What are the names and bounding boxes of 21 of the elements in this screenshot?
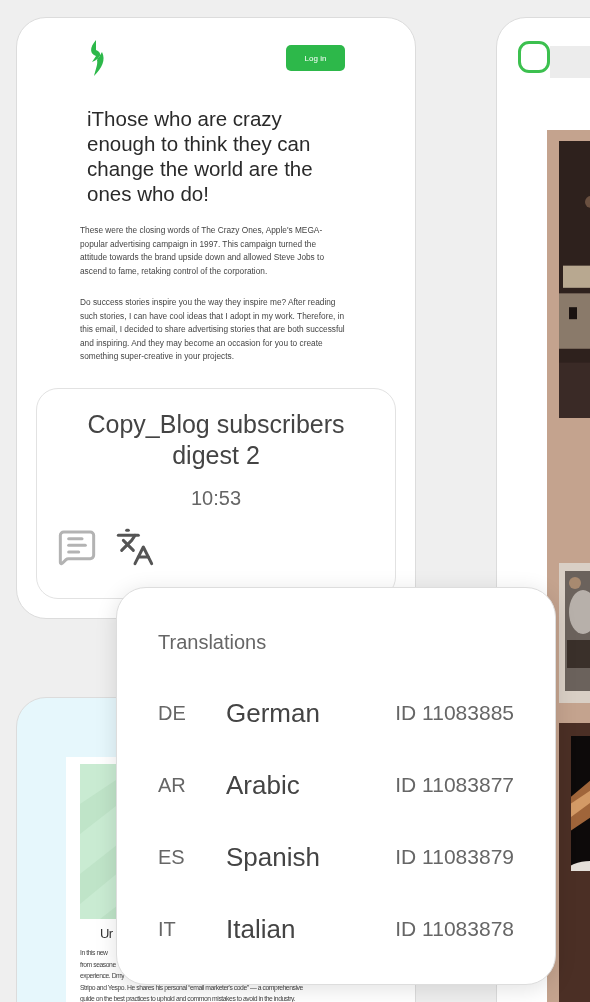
email-time: 10:53 — [190, 487, 242, 510]
language-code: IT — [158, 917, 177, 941]
language-code: AR — [158, 773, 187, 797]
email-title: Copy_Blog subscribers digest 2 — [86, 409, 346, 471]
email-paragraph: These were the closing words of The Crazy Ones, Apple's MEGA-popular advertising campaign in 1997. This campaign turned the attitude towards the brand upside down and allowed Steve Jobs to ascend to fame, retaking control of the corporation. — [80, 224, 325, 278]
language-link[interactable]: Spanish — [226, 841, 396, 873]
translation-id: ID 11083878 — [395, 917, 514, 941]
translation-id: ID 11083877 — [395, 773, 514, 797]
translate-icon[interactable] — [115, 527, 155, 567]
language-link[interactable]: Italian — [226, 913, 396, 945]
language-code: DE — [158, 701, 187, 725]
language-link[interactable]: German — [226, 697, 396, 729]
email-paragraph: Do success stories inspire you the way they inspire me? After reading such stories, I can have cool ideas that I adopt in my work. Therefore, in this email, I decided to share advertising stories that are both successful and inspiring. And they may become an occasion for you to create something super-creative in your projects. — [80, 296, 345, 363]
email-heading: iThose who are crazy enough to think they can change the world are the ones who do! — [87, 106, 314, 206]
language-link[interactable]: Arabic — [226, 769, 396, 801]
language-code: ES — [158, 845, 186, 869]
select-checkbox[interactable] — [518, 41, 550, 73]
translation-id: ID 11083885 — [395, 701, 514, 725]
translation-id: ID 11083879 — [395, 845, 514, 869]
email-heading: Ur — [100, 926, 113, 942]
popup-title: Translations — [158, 630, 268, 654]
